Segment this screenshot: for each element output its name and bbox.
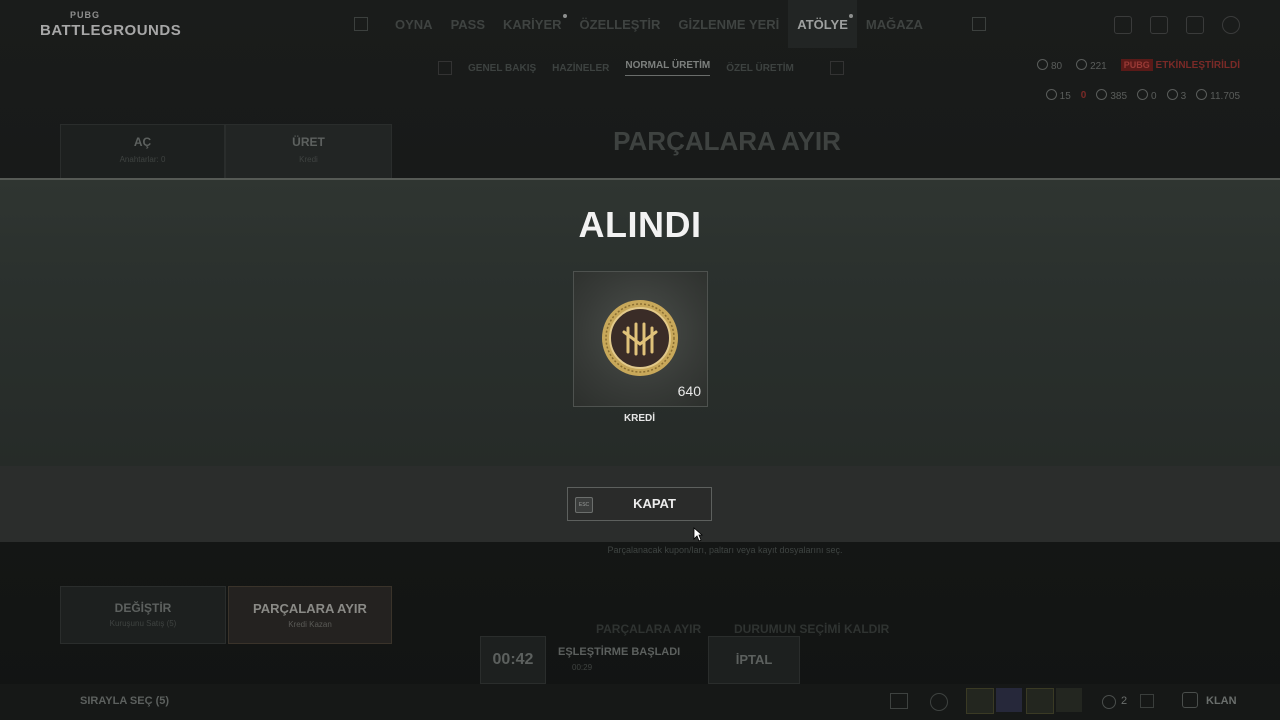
logo[interactable]: BATTLEGROUNDS <box>40 22 181 39</box>
tab-open[interactable]: AÇ Anahtarlar: 0 <box>60 124 225 180</box>
currency-value: 0 <box>1080 90 1087 101</box>
modal-title: ALINDI <box>578 204 702 245</box>
clan-icon <box>1182 692 1198 708</box>
select-sequence-button[interactable]: SIRAYLA SEÇ (5) <box>80 695 169 707</box>
reward-slot-4[interactable] <box>1056 688 1082 712</box>
plus-status: ETKİNLEŞTİRİLDİ <box>1155 60 1240 71</box>
nav-left-key-icon <box>354 17 368 31</box>
top-icons <box>1114 16 1240 34</box>
item-quantity: 640 <box>677 383 701 399</box>
party-icon <box>1102 695 1116 709</box>
clan-button[interactable]: KLAN <box>1206 695 1237 707</box>
deselect-tab[interactable]: DURUMUN SEÇİMİ KALDIR <box>734 622 889 636</box>
tab-treasures[interactable]: HAZİNELER <box>552 63 609 74</box>
news-icon[interactable] <box>1150 16 1168 34</box>
bell-icon[interactable] <box>1186 16 1204 34</box>
match-timer: 00:42 <box>492 651 534 668</box>
nav-right-key-icon <box>971 17 986 31</box>
pubg-plus-tag: PUBG <box>1120 59 1153 71</box>
close-label: KAPAT <box>633 496 676 511</box>
nav-pass[interactable]: PASS <box>442 0 494 48</box>
item-name: KREDİ <box>623 413 656 424</box>
reward-slot-1[interactable] <box>966 688 994 714</box>
currency-value: 15 <box>1059 91 1071 102</box>
nav-career[interactable]: KARİYER <box>494 0 571 48</box>
emote-icon[interactable] <box>930 693 948 711</box>
currency-row-2: 15 0 385 0 3 11.705 <box>1045 89 1240 102</box>
page-title: PARÇALARA AYIR <box>613 126 841 156</box>
currency-icon <box>1137 89 1149 100</box>
tab-special-craft[interactable]: ÖZEL ÜRETİM <box>726 63 794 74</box>
select-hint: Parçalanacak kupon/ları, paltarı veya ka… <box>607 545 843 555</box>
currency-icon <box>1096 89 1108 100</box>
match-timer-box: 00:42 <box>480 636 546 684</box>
party-count: 2 <box>1121 695 1128 707</box>
dismantle-label: PARÇALARA AYIR <box>253 601 367 616</box>
tab-craft[interactable]: ÜRET Kredi <box>225 124 392 180</box>
currency-value: 3 <box>1180 91 1187 102</box>
currency-value: 80 <box>1050 61 1063 72</box>
mouse-cursor-icon <box>693 527 703 542</box>
nav-customize[interactable]: ÖZELLEŞTİR <box>571 0 670 48</box>
tab-open-label: AÇ <box>133 135 152 149</box>
subnav-right-key-icon <box>829 61 844 75</box>
nav-hideout[interactable]: GİZLENME YERİ <box>669 0 788 48</box>
reward-item: 640 <box>573 271 708 407</box>
currency-value: 385 <box>1110 91 1128 102</box>
currency-value: 221 <box>1090 61 1107 72</box>
tab-craft-sub: Kredi <box>299 155 318 164</box>
bp-icon <box>1076 59 1088 70</box>
gear-icon[interactable] <box>1222 16 1240 34</box>
currency-icon <box>1166 89 1178 100</box>
dismantle-tab[interactable]: PARÇALARA AYIR <box>596 622 701 636</box>
close-button[interactable]: ESC KAPAT <box>567 487 712 521</box>
tab-craft-label: ÜRET <box>292 135 325 149</box>
currency-row-1: 80 221 PUBG ETKİNLEŞTİRİLDİ <box>1036 59 1240 72</box>
tab-open-sub: Anahtarlar: 0 <box>119 155 166 164</box>
matchmaking-elapsed: 00:29 <box>572 663 593 672</box>
calendar-icon[interactable] <box>1114 16 1132 34</box>
change-sub: Kuruşunu Satış (5) <box>109 619 177 628</box>
reward-slot-2[interactable] <box>996 688 1022 712</box>
currency-icon <box>1045 89 1057 100</box>
dismantle-sub: Kredi Kazan <box>288 620 332 629</box>
invite-icon[interactable] <box>1140 694 1154 708</box>
reward-slot-3[interactable] <box>1026 688 1054 714</box>
tab-normal-craft[interactable]: NORMAL ÜRETİM <box>625 60 711 76</box>
sub-nav: GENEL BAKIŞ HAZİNELER NORMAL ÜRETİM ÖZEL… <box>438 60 844 76</box>
logo-small: PUBG <box>70 10 101 20</box>
tab-overview[interactable]: GENEL BAKIŞ <box>468 63 536 74</box>
credit-coin-icon <box>602 300 678 376</box>
credit-icon <box>1196 89 1208 100</box>
currency-value: 0 <box>1151 91 1157 102</box>
esc-key-icon: ESC <box>575 497 593 513</box>
chat-icon[interactable] <box>890 693 908 709</box>
change-button[interactable]: DEĞİŞTİR Kuruşunu Satış (5) <box>60 586 226 644</box>
g-coin-icon <box>1036 59 1048 70</box>
bottom-bar <box>0 684 1280 720</box>
top-nav: OYNA PASS KARİYER ÖZELLEŞTİR GİZLENME YE… <box>350 0 1004 48</box>
currency-value: 11.705 <box>1210 91 1240 102</box>
subnav-left-key-icon <box>438 61 452 75</box>
dismantle-button[interactable]: PARÇALARA AYIR Kredi Kazan <box>228 586 392 644</box>
matchmaking-title: EŞLEŞTİRME BAŞLADI <box>558 646 681 658</box>
cancel-matchmaking-button[interactable]: İPTAL <box>708 636 800 684</box>
change-label: DEĞİŞTİR <box>114 601 172 615</box>
nav-workshop[interactable]: ATÖLYE <box>788 0 857 48</box>
nav-play[interactable]: OYNA <box>386 0 442 48</box>
cancel-label: İPTAL <box>735 652 773 667</box>
nav-store[interactable]: MAĞAZA <box>857 0 932 48</box>
